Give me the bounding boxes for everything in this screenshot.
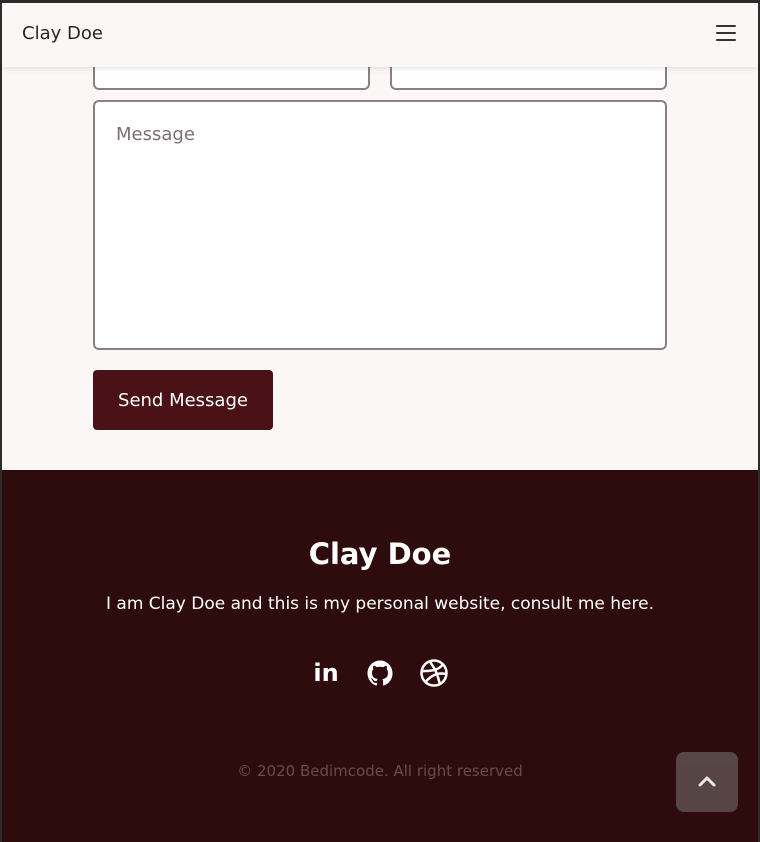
linkedin-label: in [313, 659, 339, 687]
chevron-up-icon [698, 776, 716, 787]
footer-title: Clay Doe [308, 537, 452, 571]
footer-description: I am Clay Doe and this is my personal we… [105, 594, 654, 614]
linkedin-icon[interactable]: in [311, 658, 341, 688]
logo[interactable]: Clay Doe [22, 23, 103, 44]
menu-icon[interactable] [716, 25, 736, 41]
copyright: © 2020 Bedimcode. All right reserved [237, 762, 523, 780]
social-links: in [2, 658, 758, 688]
scroll-up-button[interactable] [676, 752, 738, 812]
send-message-button[interactable]: Send Message [93, 370, 273, 430]
page: Send Message Clay Doe Clay Doe I am Clay… [0, 0, 760, 842]
footer: Clay Doe I am Clay Doe and this is my pe… [2, 470, 758, 842]
header: Clay Doe [2, 3, 758, 67]
github-icon[interactable] [365, 658, 395, 688]
message-field[interactable] [93, 100, 667, 350]
dribbble-icon[interactable] [419, 658, 449, 688]
